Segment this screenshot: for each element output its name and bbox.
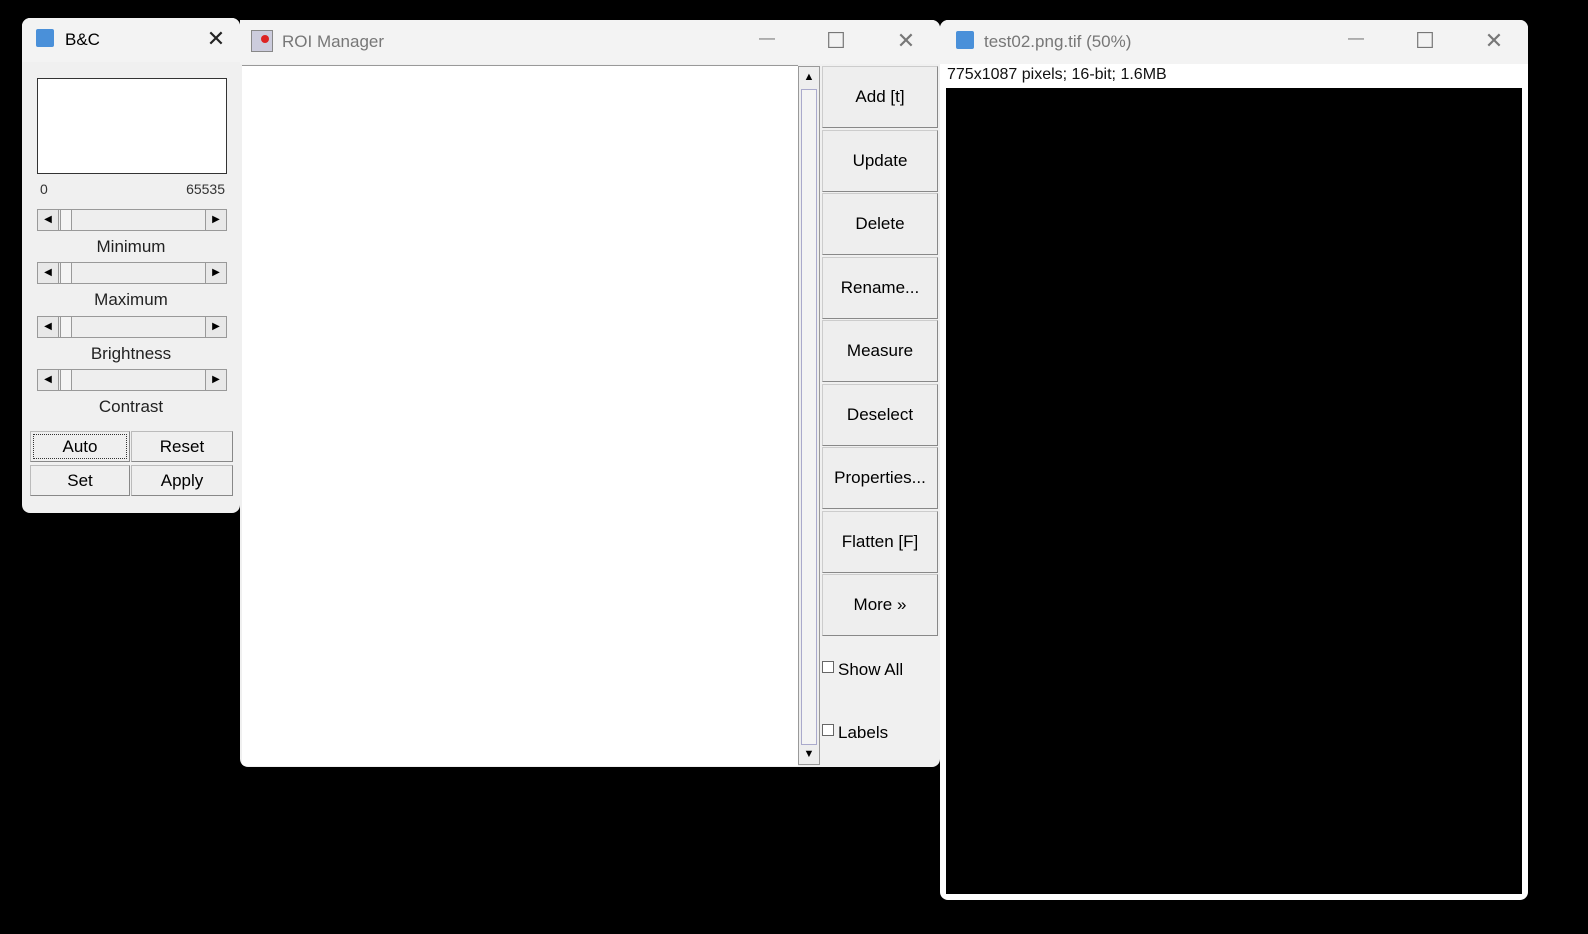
show-all-label: Show All	[838, 660, 904, 679]
window-title: test02.png.tif (50%)	[984, 32, 1132, 51]
contrast-slider[interactable]: ◀ ▶	[37, 369, 227, 391]
title-bar: B&C ✕	[22, 18, 240, 62]
brightness-label: Brightness	[90, 344, 172, 363]
imagej-icon	[36, 29, 54, 47]
deselect-button[interactable]: Deselect	[822, 384, 938, 446]
reset-button[interactable]: Reset	[131, 431, 233, 462]
minimize-button[interactable]: —	[752, 30, 782, 48]
left-arrow-icon[interactable]: ◀	[38, 210, 59, 230]
maximum-label: Maximum	[94, 290, 168, 309]
update-button[interactable]: Update	[822, 130, 938, 192]
right-arrow-icon[interactable]: ▶	[205, 263, 226, 283]
close-button[interactable]: ✕	[1479, 28, 1509, 54]
minimize-button[interactable]: —	[1341, 30, 1371, 48]
imagej-icon	[956, 31, 974, 49]
set-button[interactable]: Set	[30, 465, 130, 496]
roi-list-scrollbar[interactable]: ▲ ▼	[798, 66, 820, 765]
auto-button[interactable]: Auto	[30, 431, 130, 462]
maximize-button[interactable]: ☐	[821, 28, 851, 54]
image-info: 775x1087 pixels; 16-bit; 1.6MB	[947, 66, 1167, 83]
roi-list[interactable]	[242, 65, 798, 766]
maximize-button[interactable]: ☐	[1410, 28, 1440, 54]
right-arrow-icon[interactable]: ▶	[205, 210, 226, 230]
range-max: 65535	[186, 181, 225, 197]
image-window: test02.png.tif (50%) — ☐ ✕ 775x1087 pixe…	[940, 20, 1528, 900]
roi-manager-window: ROI Manager — ☐ ✕ ▲ ▼ Add [t] Update Del…	[240, 20, 940, 767]
bc-window: B&C ✕ 0 65535 ◀ ▶ Minimum ◀ ▶ Maximum ◀ ▶ B…	[22, 18, 240, 513]
contrast-label: Contrast	[98, 397, 164, 416]
measure-button[interactable]: Measure	[822, 320, 938, 382]
apply-button[interactable]: Apply	[131, 465, 233, 496]
image-canvas[interactable]	[946, 88, 1522, 894]
maximum-slider[interactable]: ◀ ▶	[37, 262, 227, 284]
histogram	[37, 78, 227, 174]
more-button[interactable]: More »	[822, 574, 938, 636]
minimum-slider[interactable]: ◀ ▶	[37, 209, 227, 231]
minimum-label: Minimum	[96, 237, 166, 256]
checkbox-icon[interactable]	[822, 724, 834, 736]
flatten-button[interactable]: Flatten [F]	[822, 511, 938, 573]
close-button[interactable]: ✕	[891, 28, 921, 54]
left-arrow-icon[interactable]: ◀	[38, 370, 59, 390]
checkbox-icon[interactable]	[822, 661, 834, 673]
show-all-checkbox[interactable]: Show All	[822, 660, 903, 680]
left-arrow-icon[interactable]: ◀	[38, 317, 59, 337]
add-button[interactable]: Add [t]	[822, 66, 938, 128]
close-button[interactable]: ✕	[201, 26, 231, 52]
scroll-thumb[interactable]	[801, 89, 817, 745]
window-title: B&C	[65, 30, 100, 49]
rename-button[interactable]: Rename...	[822, 257, 938, 319]
labels-label: Labels	[838, 723, 889, 742]
properties-button[interactable]: Properties...	[822, 447, 938, 509]
slider-thumb[interactable]	[60, 317, 72, 337]
window-title: ROI Manager	[282, 32, 385, 51]
title-bar: ROI Manager — ☐ ✕	[240, 20, 940, 64]
labels-checkbox[interactable]: Labels	[822, 723, 888, 743]
title-bar: test02.png.tif (50%) — ☐ ✕	[940, 20, 1528, 64]
scroll-up-icon[interactable]: ▲	[799, 67, 819, 87]
slider-thumb[interactable]	[60, 210, 72, 230]
brightness-slider[interactable]: ◀ ▶	[37, 316, 227, 338]
slider-thumb[interactable]	[60, 263, 72, 283]
scroll-down-icon[interactable]: ▼	[799, 744, 819, 764]
delete-button[interactable]: Delete	[822, 193, 938, 255]
java-icon	[251, 30, 273, 52]
right-arrow-icon[interactable]: ▶	[205, 370, 226, 390]
range-min: 0	[40, 181, 48, 197]
slider-thumb[interactable]	[60, 370, 72, 390]
left-arrow-icon[interactable]: ◀	[38, 263, 59, 283]
right-arrow-icon[interactable]: ▶	[205, 317, 226, 337]
